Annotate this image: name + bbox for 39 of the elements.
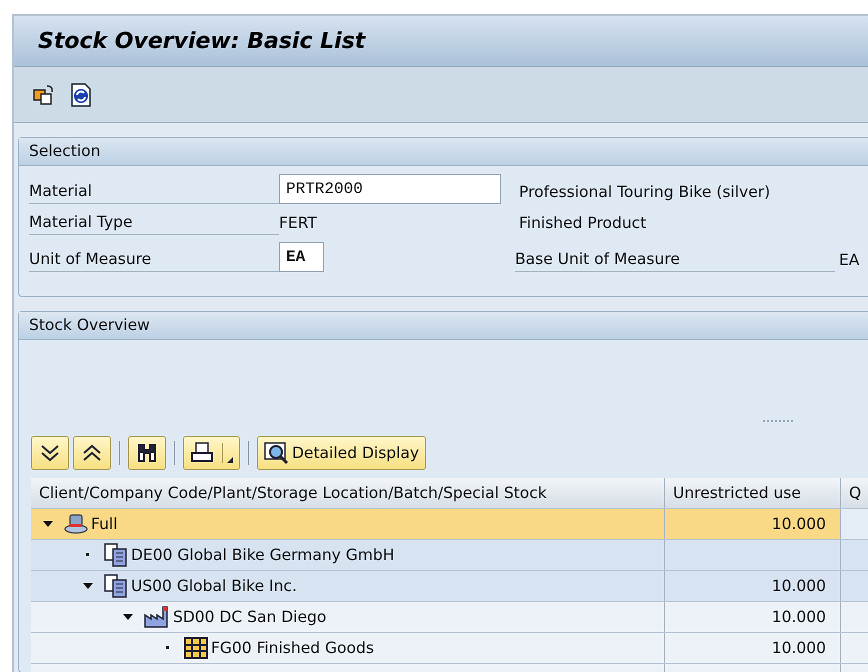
tree-node-label[interactable]: SD00 DC San Diego [173,608,326,626]
panel-header: Selection [19,138,868,166]
tree-node-label[interactable]: Full [91,515,118,533]
tree-node-label[interactable]: US00 Global Bike Inc. [131,577,297,595]
window-title: Stock Overview: Basic List [38,28,366,54]
field-label: Material [29,180,279,204]
input-field[interactable]: EA [279,242,324,272]
field-value: FERT [279,213,318,234]
dropdown-icon [227,457,233,463]
quantity-cell: 10.000 [772,639,826,657]
panel-header: Stock Overview [19,312,868,340]
field-description: Finished Product [519,213,648,234]
tree-node-label[interactable]: DE00 Global Bike Germany GmbH [131,546,394,564]
quantity-cell: 10.000 [772,577,826,595]
field-label: Base Unit of Measure [515,248,835,272]
find-button[interactable] [128,436,166,470]
field-label: Unit of Measure [29,248,279,272]
expand-all-button[interactable] [31,436,69,470]
hat-icon [63,513,89,535]
quantity-cell: 10.000 [772,608,826,626]
print-button[interactable] [183,436,240,470]
factory-icon [143,605,171,629]
magnifier-icon [264,441,290,465]
column-header[interactable]: Client/Company Code/Plant/Storage Location/Batch/Special Stock [31,478,665,508]
building-icon [103,543,129,567]
input-field[interactable]: PRTR2000 [279,174,501,204]
building-icon [103,574,129,598]
quantity-cell: 10.000 [772,515,826,533]
shelf-icon [183,636,209,660]
binoculars-icon [135,441,159,465]
field-value: EA [838,250,860,271]
printer-icon [190,441,214,465]
detailed-display-button[interactable]: Detailed Display [257,436,426,470]
tree-node-label[interactable]: FG00 Finished Goods [211,639,374,657]
column-header[interactable]: Q [841,478,868,508]
column-header[interactable]: Unrestricted use [665,478,841,508]
field-label: Material Type [29,211,279,235]
field-description: Professional Touring Bike (silver) [519,182,772,203]
collapse-all-button[interactable] [73,436,111,470]
